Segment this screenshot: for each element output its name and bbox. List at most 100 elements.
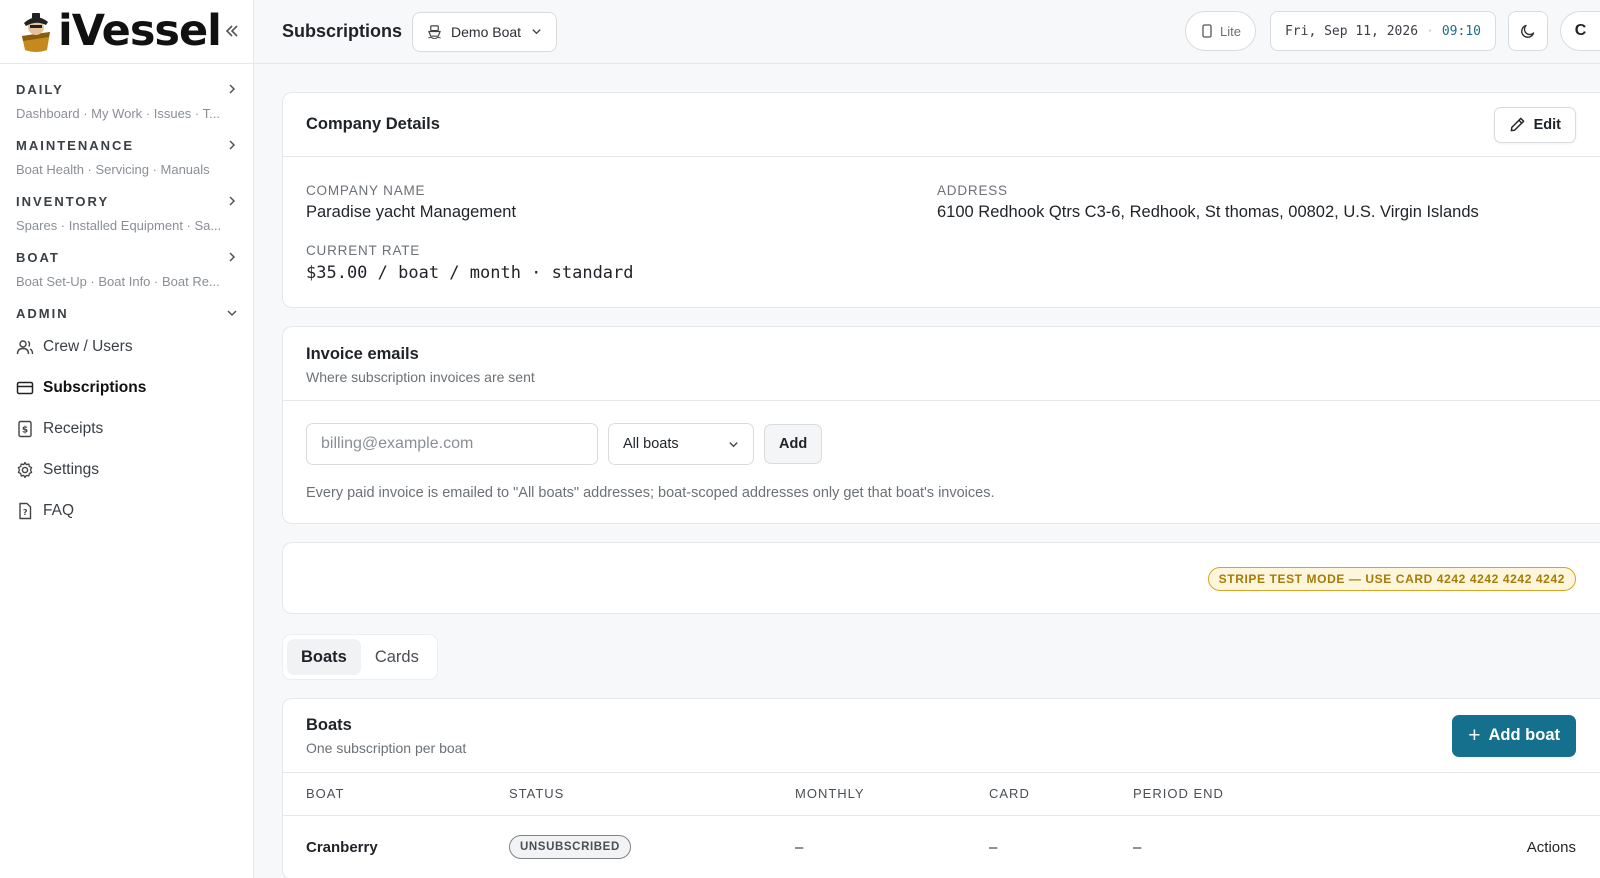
email-scope-value: All boats xyxy=(623,436,679,452)
phone-icon xyxy=(1202,24,1212,38)
sidebar-nav: DAILY Dashboard · My Work · Issues · T..… xyxy=(0,64,253,531)
brand: iVessel xyxy=(0,0,253,64)
chevron-right-icon xyxy=(229,140,236,150)
sidebar-item-label: FAQ xyxy=(43,501,75,519)
column-header-boat: BOAT xyxy=(283,773,509,816)
nav-section-header[interactable]: MAINTENANCE xyxy=(16,134,237,156)
current-rate-value: $35.00 / boat / month · standard xyxy=(306,263,634,283)
current-date: Fri, Sep 11, 2026 xyxy=(1284,23,1419,39)
gear-icon xyxy=(17,461,33,478)
tab-boats[interactable]: Boats xyxy=(287,639,361,675)
address-label: ADDRESS xyxy=(937,183,1008,198)
nav-section-label: MAINTENANCE xyxy=(16,137,135,153)
tab-cards[interactable]: Cards xyxy=(361,639,433,675)
sidebar-item-faq[interactable]: ? FAQ xyxy=(16,490,237,531)
nav-section-header[interactable]: DAILY xyxy=(16,78,237,100)
plus-icon: + xyxy=(1468,724,1481,747)
avatar[interactable]: C xyxy=(1560,11,1600,51)
admin-items: Crew / Users Subscriptions $ Receipts Se… xyxy=(0,326,253,531)
nav-section-summary: Dashboard · My Work · Issues · T... xyxy=(16,106,220,121)
company-name-field: COMPANY NAME Paradise yacht Management xyxy=(306,183,516,222)
faq-icon: ? xyxy=(19,502,32,519)
stripe-card: STRIPE TEST MODE — USE CARD 4242 4242 42… xyxy=(282,542,1600,614)
nav-section-boat[interactable]: BOAT Boat Set-Up · Boat Info · Boat Re..… xyxy=(0,246,253,289)
actions-button[interactable]: Actions xyxy=(1333,815,1600,878)
monthly-cell: – xyxy=(795,838,804,856)
moon-icon xyxy=(1521,24,1535,38)
page-title: Subscriptions xyxy=(282,21,403,41)
status-cell: UNSUBSCRIBED xyxy=(509,815,795,878)
company-name-label: COMPANY NAME xyxy=(306,183,426,198)
table-header-row: BOAT STATUS MONTHLY CARD PERIOD END xyxy=(283,773,1600,816)
nav-section-label: BOAT xyxy=(16,249,60,265)
chevron-right-icon xyxy=(229,84,236,94)
nav-section-header[interactable]: ADMIN xyxy=(16,302,237,324)
boats-heading: Boats One subscription per boat xyxy=(306,716,466,756)
company-details-header: Company Details Edit xyxy=(283,93,1600,157)
sidebar-item-receipts[interactable]: $ Receipts xyxy=(16,408,237,449)
invoice-emails-subtitle: Where subscription invoices are sent xyxy=(306,369,535,385)
boat-name-cell: Cranberry xyxy=(306,838,378,856)
users-icon xyxy=(16,339,34,354)
nav-section-daily[interactable]: DAILY Dashboard · My Work · Issues · T..… xyxy=(0,78,253,121)
nav-section-maintenance[interactable]: MAINTENANCE Boat Health · Servicing · Ma… xyxy=(0,134,253,177)
boats-table: BOAT STATUS MONTHLY CARD PERIOD END Cran… xyxy=(283,773,1600,878)
current-rate-field: CURRENT RATE $35.00 / boat / month · sta… xyxy=(306,243,634,283)
boat-selector-label: Demo Boat xyxy=(451,23,522,40)
invoice-emails-header: Invoice emails Where subscription invoic… xyxy=(283,327,1600,401)
nav-section-summary: Boat Health · Servicing · Manuals xyxy=(16,162,210,177)
nav-section-header[interactable]: INVENTORY xyxy=(16,190,237,212)
logo-icon xyxy=(22,12,50,52)
pencil-icon xyxy=(1510,117,1524,132)
boat-selector[interactable]: Demo Boat xyxy=(412,11,558,52)
sidebar: iVessel DAILY Dashboard · My Work · Issu… xyxy=(0,0,254,878)
chevron-down-icon xyxy=(729,441,738,447)
sidebar-item-label: Subscriptions xyxy=(43,378,147,396)
add-boat-button[interactable]: + Add boat xyxy=(1452,714,1576,757)
column-header-period-end: PERIOD END xyxy=(1133,773,1333,816)
add-boat-label: Add boat xyxy=(1488,726,1561,744)
column-header-status: STATUS xyxy=(509,773,795,816)
sidebar-item-settings[interactable]: Settings xyxy=(16,449,237,490)
add-email-button[interactable]: Add xyxy=(764,424,823,464)
chevron-down-icon xyxy=(227,310,237,317)
column-header-actions xyxy=(1333,773,1600,816)
nav-section-inventory[interactable]: INVENTORY Spares · Installed Equipment ·… xyxy=(0,190,253,233)
email-input[interactable] xyxy=(306,423,598,465)
edit-label: Edit xyxy=(1533,116,1561,133)
current-time: 09:10 xyxy=(1441,23,1481,39)
status-badge: UNSUBSCRIBED xyxy=(509,835,631,860)
invoice-emails-body: All boats Add Every paid invoice is emai… xyxy=(283,401,1600,523)
app-name: iVessel xyxy=(58,6,222,56)
nav-section-header[interactable]: BOAT xyxy=(16,246,237,268)
svg-text:$: $ xyxy=(22,425,28,435)
sidebar-item-crew-users[interactable]: Crew / Users xyxy=(16,326,237,367)
svg-text:?: ? xyxy=(23,508,28,517)
chevron-right-icon xyxy=(229,252,236,262)
address-value: 6100 Redhook Qtrs C3-6, Redhook, St thom… xyxy=(937,203,1479,221)
double-chevron-left-icon xyxy=(225,25,238,37)
boat-icon xyxy=(428,25,441,39)
card-cell: – xyxy=(989,838,998,856)
nav-section-summary: Boat Set-Up · Boat Info · Boat Re... xyxy=(16,274,220,289)
date-time-display: Fri, Sep 11, 2026 · 09:10 xyxy=(1269,11,1496,51)
chevron-down-icon xyxy=(532,29,541,35)
nav-section-admin[interactable]: ADMIN xyxy=(0,302,253,324)
edit-company-button[interactable]: Edit xyxy=(1493,106,1576,143)
lite-mode-toggle[interactable]: Lite xyxy=(1185,11,1256,51)
company-details-body: COMPANY NAME Paradise yacht Management A… xyxy=(283,157,1600,307)
boats-subtitle: One subscription per boat xyxy=(306,739,467,756)
address-field: ADDRESS 6100 Redhook Qtrs C3-6, Redhook,… xyxy=(937,183,1479,222)
theme-toggle-button[interactable] xyxy=(1508,11,1548,51)
boats-card: Boats One subscription per boat + Add bo… xyxy=(282,698,1600,878)
boats-header: Boats One subscription per boat + Add bo… xyxy=(283,699,1600,773)
company-details-title: Company Details xyxy=(306,115,440,133)
sidebar-item-subscriptions[interactable]: Subscriptions xyxy=(16,367,237,408)
invoice-emails-title: Invoice emails xyxy=(306,345,419,363)
date-time-separator: · xyxy=(1426,23,1434,39)
email-scope-select[interactable]: All boats xyxy=(608,423,754,465)
sidebar-item-label: Settings xyxy=(43,460,100,478)
lite-mode-label: Lite xyxy=(1220,23,1241,39)
nav-section-summary: Spares · Installed Equipment · Sa... xyxy=(16,218,222,233)
collapse-sidebar-button[interactable] xyxy=(221,20,243,42)
